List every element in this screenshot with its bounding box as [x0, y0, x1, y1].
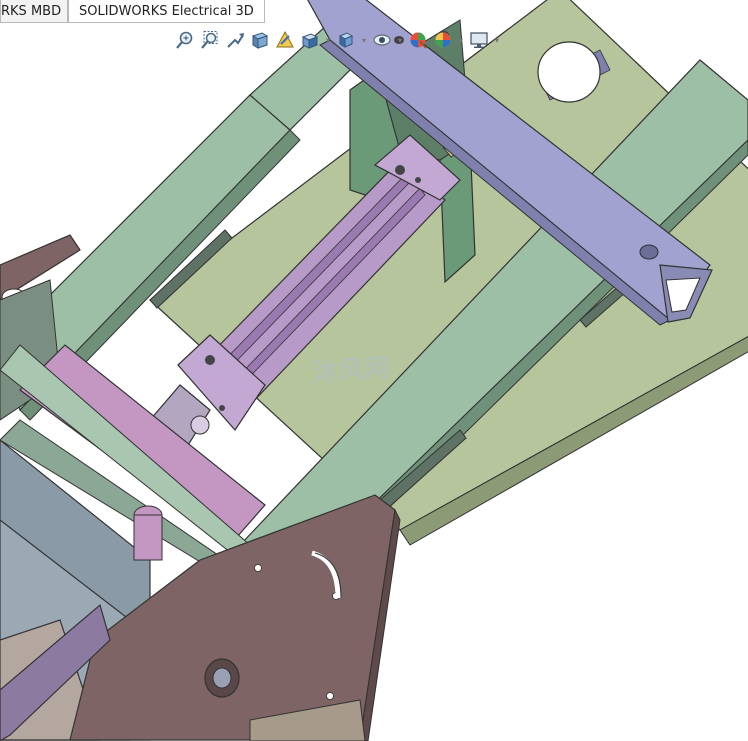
tab-solidworks-electrical-3d[interactable]: SOLIDWORKS Electrical 3D	[68, 0, 265, 23]
section-view-icon[interactable]	[249, 29, 271, 51]
edit-appearance-icon[interactable]	[407, 29, 429, 51]
hide-show-items-icon[interactable]	[371, 29, 393, 51]
view-orientation-icon[interactable]	[299, 29, 321, 51]
tab-solidworks-mbd[interactable]: RKS MBD	[0, 0, 68, 23]
heads-up-view-toolbar: ▾ ▾ ▾ ▾ ▾	[174, 26, 501, 54]
dynamic-annotation-views-icon[interactable]	[274, 29, 296, 51]
zoom-to-fit-icon[interactable]	[174, 29, 196, 51]
base-plate-hole	[537, 41, 601, 103]
display-style-icon[interactable]	[335, 29, 357, 51]
watermark: 沐风网	[311, 353, 392, 389]
view-settings-dropdown-icon[interactable]: ▾	[493, 29, 501, 51]
hide-show-dropdown-icon[interactable]: ▾	[396, 29, 404, 51]
apply-scene-dropdown-icon[interactable]: ▾	[457, 29, 465, 51]
display-style-dropdown-icon[interactable]: ▾	[360, 29, 368, 51]
previous-view-icon[interactable]	[224, 29, 246, 51]
zoom-to-area-icon[interactable]	[199, 29, 221, 51]
view-orientation-dropdown-icon[interactable]: ▾	[324, 29, 332, 51]
view-settings-icon[interactable]	[468, 29, 490, 51]
apply-scene-icon[interactable]	[432, 29, 454, 51]
tab-bar: RKS MBD SOLIDWORKS Electrical 3D	[0, 0, 265, 24]
